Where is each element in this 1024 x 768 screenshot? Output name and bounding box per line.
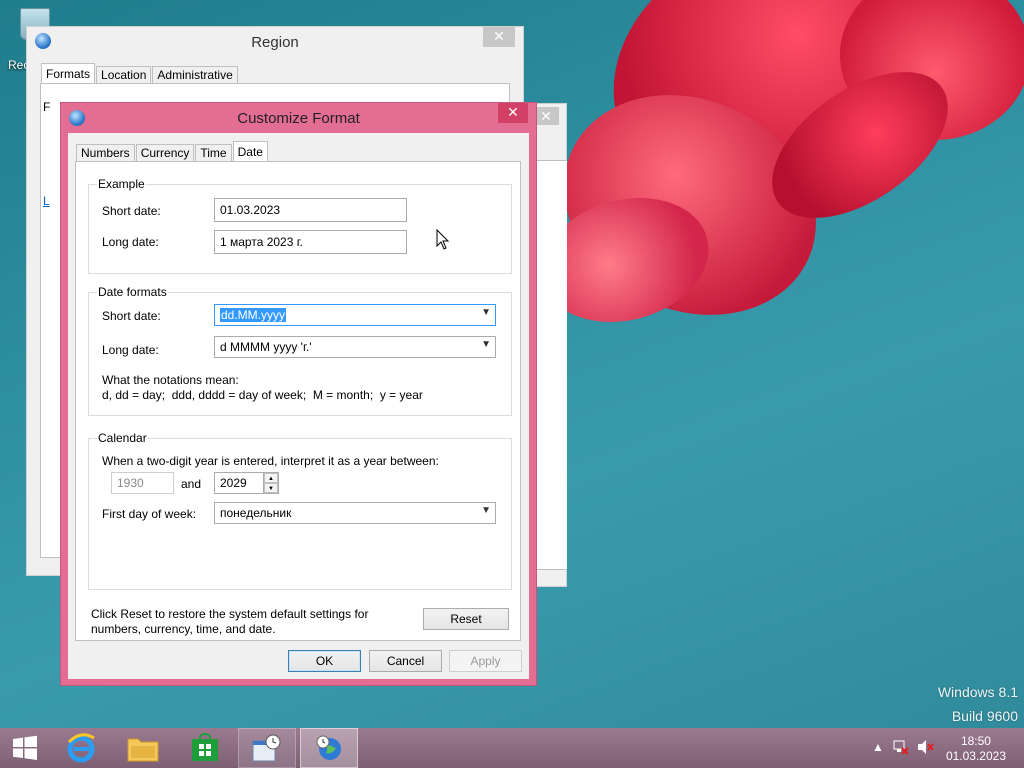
year-to-spin[interactable]: ▲ ▼ [263, 473, 278, 493]
year-from-field: 1930 [111, 472, 174, 494]
customize-format-close-button[interactable]: ✕ [498, 103, 528, 123]
customize-format-window: Customize Format ✕ Numbers Currency Time… [60, 102, 537, 686]
network-icon[interactable] [893, 739, 909, 755]
tab-time[interactable]: Time [195, 144, 232, 162]
customize-format-title: Customize Format [237, 109, 360, 127]
example-long-date-label: Long date: [102, 235, 159, 249]
clock-date: 01.03.2023 [945, 749, 1006, 763]
example-short-date-field: 01.03.2023 [214, 198, 407, 222]
store-icon [192, 733, 218, 761]
tab-administrative[interactable]: Administrative [152, 66, 238, 84]
region-partial-label: F [43, 100, 51, 114]
notation-text: d, dd = day; ddd, dddd = day of week; M … [102, 388, 423, 402]
tab-currency[interactable]: Currency [135, 144, 195, 162]
taskbar-region-settings[interactable] [300, 728, 358, 768]
clock-time: 18:50 [960, 734, 991, 748]
mouse-cursor-icon [436, 229, 450, 250]
example-group-title: Example [97, 177, 146, 191]
chevron-down-icon: ▼ [481, 505, 491, 516]
region-titlebar[interactable]: Region ✕ [27, 27, 523, 57]
start-button[interactable] [0, 728, 50, 768]
windows-build-watermark: Build 9600 [951, 708, 1018, 724]
calendar-group: Calendar When a two-digit year is entere… [88, 431, 512, 590]
region-partial-link[interactable]: L [43, 194, 50, 208]
taskbar-internet-explorer[interactable] [52, 728, 110, 768]
apply-button[interactable]: Apply [449, 650, 522, 672]
taskbar-clock[interactable]: 18:50 01.03.2023 [946, 734, 1006, 764]
short-date-format-combo[interactable]: dd.MM.yyyy ▼ [214, 304, 496, 326]
long-date-format-label: Long date: [102, 343, 159, 357]
reset-hint-line2: numbers, currency, time, and date. [91, 622, 276, 636]
tab-formats[interactable]: Formats [41, 63, 96, 84]
year-to-stepper[interactable]: 2029 ▲ ▼ [214, 472, 279, 494]
taskbar-file-explorer[interactable] [114, 728, 172, 768]
chevron-down-icon: ▼ [481, 307, 491, 318]
year-to-value: 2029 [220, 476, 247, 490]
reset-button[interactable]: Reset [423, 608, 509, 630]
show-hidden-icons-icon[interactable]: ▲ [872, 740, 884, 754]
customize-format-titlebar[interactable]: Customize Format ✕ [61, 103, 536, 133]
windows-logo-icon [13, 735, 37, 760]
tab-date[interactable]: Date [232, 141, 268, 162]
date-formats-group: Date formats Short date: dd.MM.yyyy ▼ Lo… [88, 285, 512, 416]
taskbar: ▲ 18:50 01.03.2023 [0, 728, 1024, 768]
short-date-format-label: Short date: [102, 309, 161, 323]
region-close-button[interactable]: ✕ [483, 27, 515, 47]
two-digit-year-text: When a two-digit year is entered, interp… [102, 454, 439, 468]
notation-heading: What the notations mean: [102, 373, 239, 387]
date-tab-panel: Example Short date: 01.03.2023 Long date… [75, 161, 521, 641]
taskbar-date-time-settings[interactable] [238, 728, 296, 768]
speaker-muted-icon[interactable] [917, 739, 935, 755]
long-date-format-value: d MMMM yyyy 'г.' [220, 340, 312, 354]
first-day-of-week-value: понедельник [220, 506, 292, 520]
customize-format-app-icon [69, 110, 85, 126]
calendar-clock-icon [252, 734, 281, 762]
example-short-date-label: Short date: [102, 204, 161, 218]
example-long-date-field: 1 марта 2023 г. [214, 230, 407, 254]
windows-version-watermark: Windows 8.1 [937, 684, 1018, 700]
folder-icon [127, 738, 159, 762]
region-app-icon [35, 33, 51, 49]
globe-clock-icon [316, 735, 341, 760]
customize-format-body: Numbers Currency Time Date Example Short… [68, 133, 529, 679]
date-formats-group-title: Date formats [97, 285, 168, 299]
tab-location[interactable]: Location [96, 66, 152, 84]
tab-numbers[interactable]: Numbers [76, 144, 135, 162]
first-day-of-week-combo[interactable]: понедельник ▼ [214, 502, 496, 524]
spin-up-icon[interactable]: ▲ [264, 473, 278, 483]
internet-explorer-icon [67, 733, 95, 763]
year-and-label: and [181, 477, 202, 491]
calendar-group-title: Calendar [97, 431, 148, 445]
ok-button[interactable]: OK [288, 650, 361, 672]
short-date-format-value: dd.MM.yyyy [220, 308, 287, 322]
chevron-down-icon: ▼ [481, 339, 491, 350]
region-title: Region [251, 33, 299, 51]
long-date-format-combo[interactable]: d MMMM yyyy 'г.' ▼ [214, 336, 496, 358]
taskbar-store[interactable] [176, 728, 234, 768]
cancel-button[interactable]: Cancel [369, 650, 442, 672]
first-day-of-week-label: First day of week: [102, 507, 197, 521]
reset-hint-line1: Click Reset to restore the system defaul… [91, 607, 369, 621]
spin-down-icon[interactable]: ▼ [264, 483, 278, 493]
